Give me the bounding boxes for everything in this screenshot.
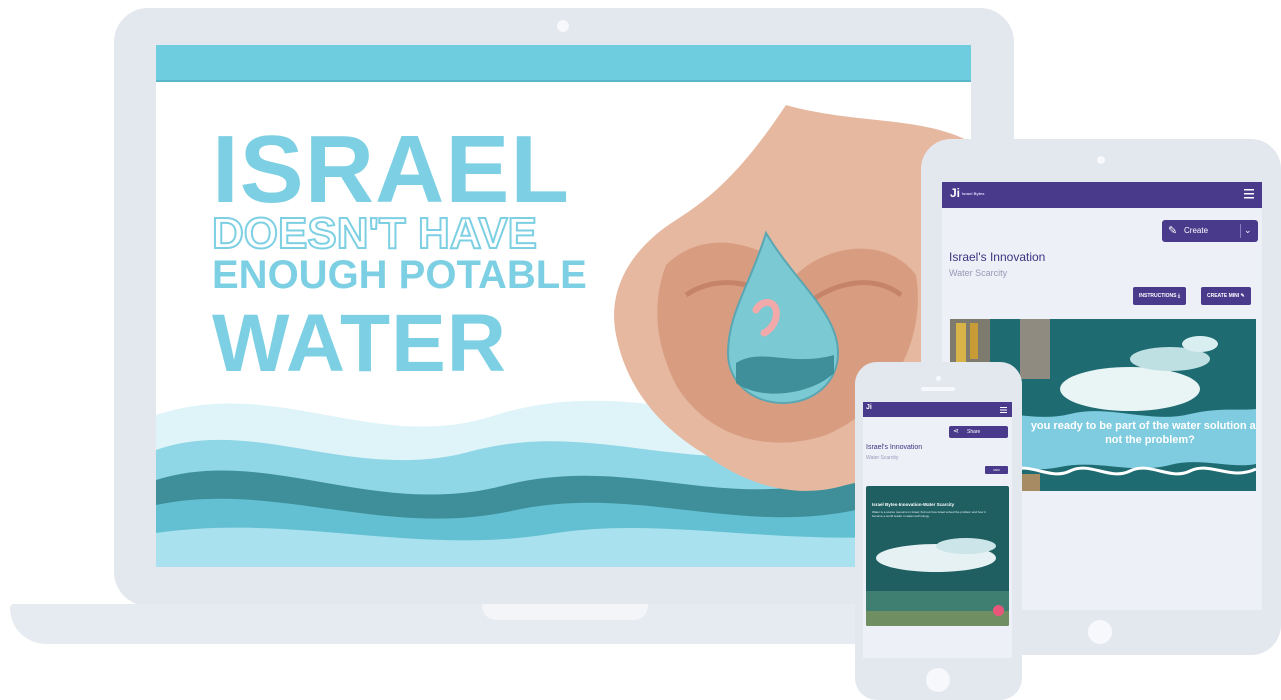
page-subtitle: Water Scarcity [866, 455, 899, 461]
phone-speaker [921, 387, 955, 391]
banner-question-text: you ready to be part of the water soluti… [1030, 420, 1256, 446]
share-label: Share [967, 429, 981, 435]
instructions-label: INSTRUCTIONS [1139, 293, 1177, 299]
create-label: Create [1184, 226, 1209, 235]
card-title: Israel Bytes-Innovation-Water Scarcity [872, 502, 955, 507]
play-button[interactable] [993, 605, 1004, 616]
logo-mark: Ji [950, 186, 961, 200]
ji-logo[interactable]: Ji [866, 404, 872, 411]
share-button[interactable]: ⋖ Share [949, 426, 1008, 438]
hero-top-bar [156, 45, 971, 80]
create-button[interactable]: ✎ Create ⌄ [1162, 220, 1258, 242]
chevron-down-icon[interactable]: ⌄ [1244, 225, 1252, 236]
page-title: Israel's Innovation [949, 250, 1046, 264]
phone-navbar: Ji [863, 402, 1012, 417]
phone-home-button[interactable] [926, 668, 950, 692]
tablet-navbar: Ji Israel Bytes [942, 182, 1262, 208]
logo-text: Israel Bytes [962, 191, 985, 197]
tablet-home-button[interactable] [1088, 620, 1112, 644]
page-subtitle: Water Scarcity [949, 268, 1008, 278]
share-icon: ⋖ [953, 428, 959, 435]
video-card[interactable]: Israel Bytes-Innovation-Water Scarcity W… [866, 486, 1009, 626]
card-description: Water is a scarce resource in Israel; fi… [872, 510, 986, 518]
page-title: Israel's Innovation [866, 444, 923, 451]
hero-headline-enough-potable: ENOUGH POTABLE [212, 253, 587, 297]
button-separator [1240, 224, 1241, 238]
edit-icon: ✎ [1240, 293, 1245, 299]
create-mini-label: CREATE MINI [1207, 293, 1240, 299]
laptop-camera [557, 20, 569, 32]
instructions-button[interactable]: INSTRUCTIONS ⤓ [1133, 287, 1187, 305]
laptop-notch [482, 604, 648, 620]
mini-button[interactable]: MINI [985, 466, 1008, 474]
edit-icon: ✎ [1168, 225, 1178, 237]
hero-headline-doesnt-have: DOESN'T HAVE [211, 208, 538, 259]
aerial-sea-thumbnail [866, 486, 1009, 626]
laptop-screen: ISRAEL DOESN'T HAVE ENOUGH POTABLE WATER [156, 45, 971, 567]
tablet-camera [1097, 156, 1105, 164]
phone-camera [936, 376, 941, 381]
ji-logo[interactable]: Ji Israel Bytes [950, 186, 984, 200]
hamburger-icon[interactable] [1244, 187, 1254, 201]
create-mini-button[interactable]: CREATE MINI ✎ [1201, 287, 1251, 305]
download-icon: ⤓ [1177, 293, 1181, 299]
hero-top-line [156, 80, 971, 82]
phone-screen: Ji ⋖ Share Israel's Innovation Water Sca… [863, 402, 1012, 658]
hero-headline-water: WATER [212, 298, 508, 389]
hamburger-icon[interactable] [1000, 406, 1007, 414]
